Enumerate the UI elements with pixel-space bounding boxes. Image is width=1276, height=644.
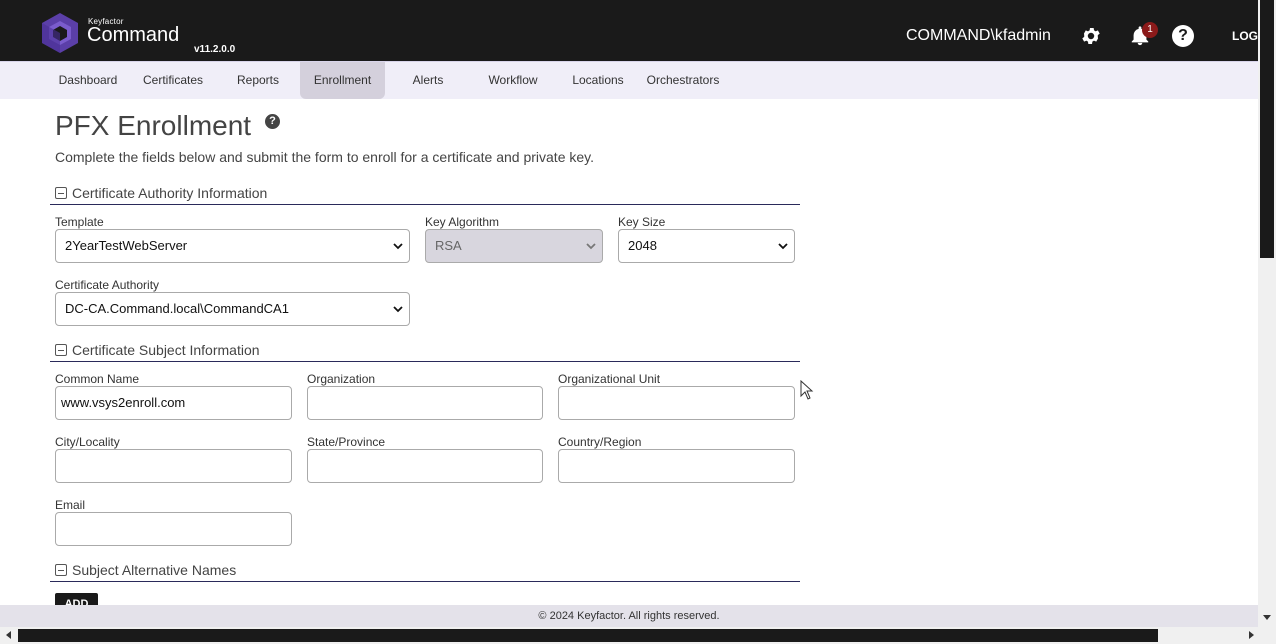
main-nav: Dashboard Certificates Reports Enrollmen…	[0, 61, 1258, 99]
collapse-icon[interactable]	[55, 187, 67, 199]
version-label: v11.2.0.0	[194, 44, 236, 55]
ca-label: Certificate Authority	[55, 278, 160, 292]
nav-orchestrators[interactable]: Orchestrators	[642, 62, 724, 99]
nav-certificates[interactable]: Certificates	[135, 62, 211, 99]
state-field[interactable]	[307, 449, 543, 483]
email-field[interactable]	[55, 512, 292, 546]
nav-locations[interactable]: Locations	[560, 62, 636, 99]
gear-icon[interactable]	[1080, 25, 1102, 47]
user-name[interactable]: COMMAND\kfadmin	[906, 27, 1051, 45]
scroll-down-arrow-icon[interactable]	[1262, 612, 1272, 622]
san-section-header[interactable]: Subject Alternative Names	[50, 562, 800, 582]
state-label: State/Province	[307, 435, 386, 449]
brand-product[interactable]: Command	[87, 24, 179, 47]
key-size-value: 2048	[628, 238, 657, 253]
organization-field[interactable]	[307, 386, 543, 420]
nav-reports[interactable]: Reports	[220, 62, 296, 99]
key-algorithm-label: Key Algorithm	[425, 215, 500, 229]
page-subtitle: Complete the fields below and submit the…	[55, 149, 595, 165]
horizontal-scroll-thumb[interactable]	[18, 629, 1158, 642]
ca-section-title: Certificate Authority Information	[72, 185, 268, 201]
template-select[interactable]: 2YearTestWebServer	[55, 229, 410, 263]
key-algorithm-select: RSA	[425, 229, 603, 263]
email-label: Email	[55, 498, 86, 512]
page-help-icon[interactable]: ?	[265, 114, 280, 129]
org-unit-label: Organizational Unit	[558, 372, 661, 386]
organization-label: Organization	[307, 372, 376, 386]
city-label: City/Locality	[55, 435, 120, 449]
nav-alerts[interactable]: Alerts	[390, 62, 466, 99]
chevron-down-icon	[393, 306, 403, 313]
scroll-right-arrow-icon[interactable]	[1246, 630, 1256, 640]
country-field[interactable]	[558, 449, 795, 483]
org-unit-field[interactable]	[558, 386, 795, 420]
collapse-icon[interactable]	[55, 344, 67, 356]
ca-value: DC-CA.Command.local\CommandCA1	[65, 301, 289, 316]
footer: © 2024 Keyfactor. All rights reserved.	[0, 605, 1258, 627]
collapse-icon[interactable]	[55, 564, 67, 576]
notification-badge[interactable]: 1	[1142, 22, 1158, 38]
key-size-label: Key Size	[618, 215, 666, 229]
chevron-down-icon	[393, 243, 403, 250]
ca-select[interactable]: DC-CA.Command.local\CommandCA1	[55, 292, 410, 326]
san-section-title: Subject Alternative Names	[72, 562, 237, 578]
key-algorithm-value: RSA	[435, 238, 462, 253]
key-size-select[interactable]: 2048	[618, 229, 795, 263]
mouse-cursor-icon	[800, 380, 814, 400]
nav-workflow[interactable]: Workflow	[475, 62, 551, 99]
nav-enrollment[interactable]: Enrollment	[300, 62, 385, 99]
vertical-scroll-thumb[interactable]	[1260, 0, 1274, 258]
chevron-down-icon	[778, 243, 788, 250]
page-title: PFX Enrollment	[55, 110, 252, 141]
template-label: Template	[55, 215, 104, 229]
chevron-down-icon	[586, 243, 596, 250]
city-field[interactable]	[55, 449, 292, 483]
help-icon[interactable]: ?	[1172, 25, 1194, 47]
scroll-left-arrow-icon[interactable]	[4, 630, 14, 640]
subject-section-header[interactable]: Certificate Subject Information	[50, 342, 800, 362]
country-label: Country/Region	[558, 435, 642, 449]
ca-section-header[interactable]: Certificate Authority Information	[50, 185, 800, 205]
common-name-label: Common Name	[55, 372, 140, 386]
logout-link[interactable]: LOGOUT	[1232, 29, 1258, 43]
nav-dashboard[interactable]: Dashboard	[50, 62, 126, 99]
keyfactor-logo-icon[interactable]	[42, 13, 78, 53]
subject-section-title: Certificate Subject Information	[72, 342, 260, 358]
common-name-field[interactable]: www.vsys2enroll.com	[55, 386, 292, 420]
top-header: Keyfactor Command v11.2.0.0 COMMAND\kfad…	[0, 0, 1258, 61]
template-value: 2YearTestWebServer	[65, 238, 188, 253]
